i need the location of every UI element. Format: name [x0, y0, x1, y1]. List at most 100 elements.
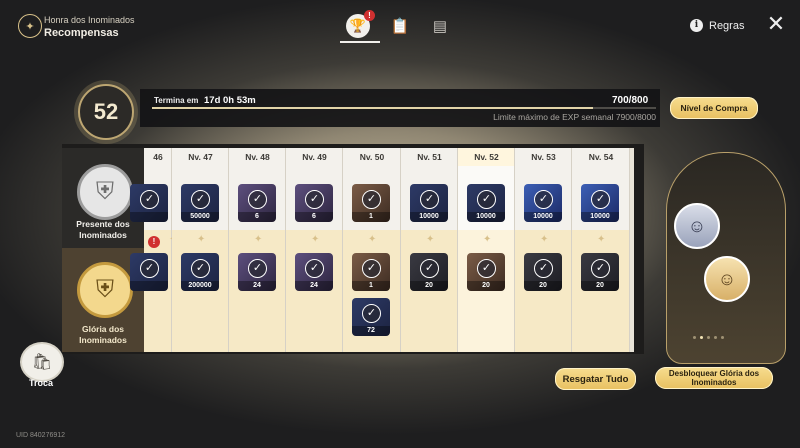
- level-column: 46✦✓✓: [130, 148, 177, 352]
- sparkle-icon: ✦: [254, 234, 263, 245]
- level-column: Nv. 53 ✦ ✓ 10000 ✓ 20: [515, 148, 572, 352]
- checkmark-icon: ✓: [477, 259, 496, 278]
- reward-item[interactable]: ✓ 24: [238, 253, 276, 291]
- reward-item[interactable]: ✓ 20: [467, 253, 505, 291]
- reward-count: 10000: [524, 212, 562, 222]
- tab-cards[interactable]: ▤: [428, 14, 452, 38]
- reward-item[interactable]: ✓ 10000: [581, 184, 619, 222]
- reward-count: 1: [352, 281, 390, 291]
- exp-progress-text: 700/800: [612, 95, 649, 106]
- reward-count: 20: [410, 281, 448, 291]
- level-label: 46: [153, 152, 163, 162]
- checkmark-icon: ✓: [420, 190, 439, 209]
- reward-count: 6: [295, 212, 333, 222]
- level-label: Nv. 47: [188, 152, 213, 162]
- rules-label: Regras: [709, 19, 745, 32]
- ends-countdown: 17d 0h 53m: [204, 95, 256, 106]
- reward-item[interactable]: ✓: [130, 184, 168, 222]
- exp-progress-track: [152, 107, 656, 109]
- trade-button[interactable]: 🛍: [20, 342, 64, 382]
- checkmark-icon: ✓: [362, 190, 381, 209]
- unlock-premium-button[interactable]: Desbloquear Glória dos Inominados: [655, 367, 773, 389]
- checkmark-icon: ✓: [420, 259, 439, 278]
- premium-reward-cell: [286, 230, 343, 352]
- reward-count: 20: [581, 281, 619, 291]
- reward-item[interactable]: ✓ 1: [352, 253, 390, 291]
- page-dot-active[interactable]: [700, 336, 703, 339]
- level-column: Nv. 52 ✦ ✓ 10000 ✓ 20: [458, 148, 515, 352]
- premium-reward-cell: [172, 230, 229, 352]
- level-label: Nv. 50: [359, 152, 385, 162]
- user-id: UID 840276912: [16, 432, 66, 439]
- level-column: Nv. 48 ✦ ✓ 6 ✓ 24: [229, 148, 286, 352]
- reward-count: 6: [238, 212, 276, 222]
- level-label: Nv. 52: [458, 148, 515, 166]
- reward-count: 20: [467, 281, 505, 291]
- trophy-icon: 🏆: [349, 18, 367, 33]
- sparkle-icon: ✦: [197, 234, 206, 245]
- checkmark-icon: ✓: [305, 259, 324, 278]
- buy-level-button[interactable]: Nível de Compra: [670, 97, 758, 119]
- reward-count: 24: [238, 281, 276, 291]
- level-label: Nv. 51: [417, 152, 442, 162]
- clipboard-icon: 📋: [390, 18, 410, 35]
- sparkle-icon: ✦: [368, 234, 377, 245]
- checkmark-icon: ✓: [534, 190, 553, 209]
- checkmark-icon: ✓: [591, 259, 610, 278]
- reward-item[interactable]: ✓: [130, 253, 168, 291]
- sparkle-icon: ✦: [426, 234, 435, 245]
- level-label: Nv. 48: [245, 152, 270, 162]
- level-badge: 52: [78, 84, 134, 140]
- checkmark-icon: ✓: [534, 259, 553, 278]
- reward-item[interactable]: ✓ 6: [238, 184, 276, 222]
- claim-all-button[interactable]: Resgatar Tudo: [555, 368, 636, 390]
- page-dot[interactable]: [707, 336, 710, 339]
- level-label: Nv. 53: [531, 152, 556, 162]
- reward-count: [130, 281, 168, 291]
- checkmark-icon: ✓: [477, 190, 496, 209]
- info-icon: i: [690, 19, 703, 32]
- checkmark-icon: ✓: [140, 259, 159, 278]
- character-avatar-1: ☺: [674, 203, 720, 249]
- reward-item[interactable]: ✓ 20: [524, 253, 562, 291]
- level-column: Nv. 54 ✦ ✓ 10000 ✓ 20: [572, 148, 630, 352]
- character-avatar-2: ☺: [704, 256, 750, 302]
- checkmark-icon: ✓: [248, 190, 267, 209]
- premium-track-emblem-icon: ⛨: [77, 262, 133, 318]
- tab-missions[interactable]: 📋: [388, 14, 412, 38]
- reward-item[interactable]: ✓ 200000: [181, 253, 219, 291]
- reward-item[interactable]: ✓ 6: [295, 184, 333, 222]
- checkmark-icon: ✓: [191, 190, 210, 209]
- trade-label: Troca: [28, 378, 53, 388]
- checkmark-icon: ✓: [591, 190, 610, 209]
- checkmark-icon: ✓: [305, 190, 324, 209]
- exp-progress-fill: [152, 107, 593, 109]
- premium-reward-cell: [229, 230, 286, 352]
- page-dot[interactable]: [714, 336, 717, 339]
- reward-item[interactable]: ✓ 1: [352, 184, 390, 222]
- reward-count: 50000: [181, 212, 219, 222]
- reward-item[interactable]: ✓ 20: [581, 253, 619, 291]
- reward-item[interactable]: ✓ 50000: [181, 184, 219, 222]
- ends-label: Termina em: [154, 96, 199, 105]
- reward-count: 20: [524, 281, 562, 291]
- sparkle-icon: ✦: [597, 234, 606, 245]
- reward-item[interactable]: ✓ 10000: [467, 184, 505, 222]
- page-title: Recompensas: [44, 27, 119, 39]
- close-icon[interactable]: ✕: [766, 13, 786, 35]
- showcase-pagination[interactable]: [693, 336, 724, 339]
- reward-count: 10000: [467, 212, 505, 222]
- page-dot[interactable]: [693, 336, 696, 339]
- reward-item[interactable]: ✓ 24: [295, 253, 333, 291]
- reward-item[interactable]: ✓ 10000: [410, 184, 448, 222]
- reward-item[interactable]: ✓ 20: [410, 253, 448, 291]
- premium-reward-cell: [401, 230, 458, 352]
- reward-count: 10000: [410, 212, 448, 222]
- level-column: Nv. 50 ✦ ✓ 1 ✓ 1 ✓ 72: [343, 148, 401, 352]
- page-dot[interactable]: [721, 336, 724, 339]
- free-track-emblem-icon: ⛨: [77, 164, 133, 220]
- reward-item[interactable]: ✓ 10000: [524, 184, 562, 222]
- reward-item[interactable]: ✓ 72: [352, 298, 390, 336]
- rules-button[interactable]: i Regras: [690, 19, 744, 32]
- reward-count: 200000: [181, 281, 219, 291]
